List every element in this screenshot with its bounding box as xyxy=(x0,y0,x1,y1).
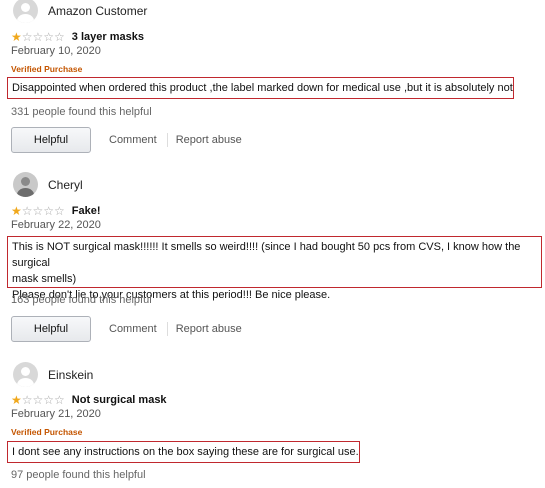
report-abuse-link[interactable]: Report abuse xyxy=(176,323,242,335)
review-body: Disappointed when ordered this product ,… xyxy=(7,77,514,99)
avatar xyxy=(13,172,38,197)
helpful-button[interactable]: Helpful xyxy=(11,127,91,153)
comment-link[interactable]: Comment xyxy=(109,323,157,335)
reviewer-name: Cheryl xyxy=(48,177,83,192)
star-rating-icon: ★☆☆☆☆ xyxy=(11,204,65,218)
review-rating-row: ★☆☆☆☆ 3 layer masks xyxy=(11,31,144,43)
avatar xyxy=(13,0,38,23)
review-title[interactable]: Fake! xyxy=(72,205,101,217)
review-rating-row: ★☆☆☆☆ Not surgical mask xyxy=(11,394,167,406)
comment-link[interactable]: Comment xyxy=(109,134,157,146)
reviews-page: Amazon Customer ★☆☆☆☆ 3 layer masks Febr… xyxy=(0,0,545,488)
reviewer-name: Einskein xyxy=(48,367,94,382)
review-body: This is NOT surgical mask!!!!!! It smell… xyxy=(7,236,542,301)
review-profile[interactable]: Einskein xyxy=(13,362,93,387)
reviewer-name: Amazon Customer xyxy=(48,3,148,18)
review-date: February 22, 2020 xyxy=(11,219,101,231)
review-date: February 10, 2020 xyxy=(11,45,101,57)
helpful-count: 331 people found this helpful xyxy=(11,106,152,118)
helpful-count: 97 people found this helpful xyxy=(11,469,146,481)
review-title[interactable]: Not surgical mask xyxy=(72,394,167,406)
star-rating-icon: ★☆☆☆☆ xyxy=(11,393,65,407)
helpful-button[interactable]: Helpful xyxy=(11,316,91,342)
avatar xyxy=(13,362,38,387)
divider xyxy=(166,322,168,336)
review-profile[interactable]: Cheryl xyxy=(13,172,83,197)
verified-purchase-badge: Verified Purchase xyxy=(11,64,83,74)
review-profile[interactable]: Amazon Customer xyxy=(13,0,147,23)
review-date: February 21, 2020 xyxy=(11,408,101,420)
report-abuse-link[interactable]: Report abuse xyxy=(176,134,242,146)
review-actions: Helpful Comment Report abuse xyxy=(11,127,242,153)
helpful-count: 163 people found this helpful xyxy=(11,294,152,306)
verified-purchase-badge: Verified Purchase xyxy=(11,427,83,437)
star-rating-icon: ★☆☆☆☆ xyxy=(11,30,65,44)
review-body-line: mask smells) xyxy=(12,273,77,285)
divider xyxy=(166,133,168,147)
review-body: I dont see any instructions on the box s… xyxy=(7,441,360,463)
review-actions: Helpful Comment Report abuse xyxy=(11,316,242,342)
review-rating-row: ★☆☆☆☆ Fake! xyxy=(11,205,101,217)
review-body-line: This is NOT surgical mask!!!!!! It smell… xyxy=(12,241,521,269)
review-title[interactable]: 3 layer masks xyxy=(72,31,144,43)
